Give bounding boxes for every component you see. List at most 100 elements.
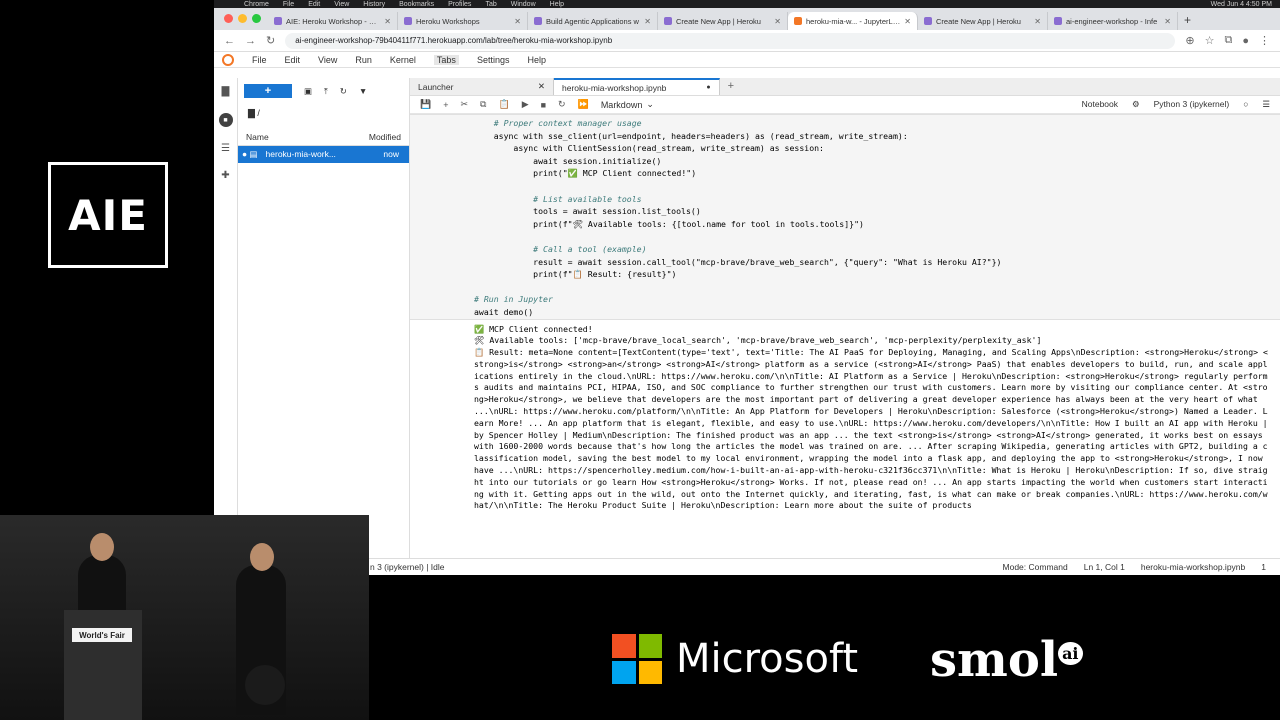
- folder-icon[interactable]: ▇: [222, 86, 230, 97]
- extensions-puzzle-icon[interactable]: ✚: [221, 170, 229, 181]
- mac-menu-help[interactable]: Help: [550, 1, 564, 8]
- paste-icon[interactable]: 📋: [498, 99, 509, 110]
- close-tab-icon[interactable]: ✕: [904, 17, 911, 26]
- run-icon[interactable]: ▶: [522, 99, 529, 110]
- breadcrumb[interactable]: ▇ /: [238, 104, 409, 123]
- file-name: heroku-mia-work...: [265, 149, 336, 159]
- running-kernels-icon[interactable]: ■: [218, 113, 233, 127]
- browser-tab[interactable]: ai-engineer-workshop - Infe ✕: [1048, 12, 1178, 30]
- video-frame: AIE Chrome File Edit View History Bookma…: [0, 0, 1280, 720]
- mac-menu-history[interactable]: History: [363, 1, 385, 8]
- insert-cell-icon[interactable]: +: [443, 100, 448, 110]
- browser-tab-active[interactable]: heroku-mia-w... - JupyterLab ✕: [788, 12, 918, 30]
- close-tab-icon[interactable]: ✕: [1034, 17, 1041, 26]
- browser-tab[interactable]: Heroku Workshops ✕: [398, 12, 528, 30]
- menu-settings[interactable]: Settings: [477, 55, 510, 65]
- code-line: # List available tools: [474, 193, 642, 204]
- aie-logo: AIE: [48, 162, 168, 268]
- tab-favicon-icon: [794, 17, 802, 25]
- zoom-icon[interactable]: ⊕: [1185, 34, 1194, 47]
- mac-menu-view[interactable]: View: [334, 1, 349, 8]
- notebook-file-icon: ● ▤: [242, 149, 258, 159]
- mac-menu-bookmarks[interactable]: Bookmarks: [399, 1, 434, 8]
- browser-tab[interactable]: Build Agentic Applications w ✕: [528, 12, 658, 30]
- tab-launcher[interactable]: Launcher ✕: [410, 78, 554, 95]
- mac-menu-profiles[interactable]: Profiles: [448, 1, 471, 8]
- cut-icon[interactable]: ✂: [460, 99, 468, 110]
- menu-help[interactable]: Help: [527, 55, 546, 65]
- close-window-button[interactable]: [224, 14, 233, 23]
- mac-menu-tab[interactable]: Tab: [485, 1, 496, 8]
- kernel-status[interactable]: n 3 (ipykernel) | Idle: [370, 562, 445, 572]
- file-row[interactable]: ● ▤ heroku-mia-work... now: [238, 146, 409, 163]
- browser-tab[interactable]: Create New App | Heroku ✕: [918, 12, 1048, 30]
- minimize-window-button[interactable]: [238, 14, 247, 23]
- new-folder-icon[interactable]: ▣: [304, 86, 312, 97]
- notebook-content[interactable]: # Proper context manager usage async wit…: [410, 114, 1280, 558]
- browser-menu-icon[interactable]: ⋮: [1259, 34, 1270, 47]
- save-icon[interactable]: 💾: [420, 99, 431, 110]
- new-tab-icon[interactable]: +: [1178, 13, 1197, 30]
- column-modified[interactable]: Modified: [369, 132, 401, 142]
- fast-forward-icon[interactable]: ⏩: [578, 99, 589, 110]
- profile-avatar-icon[interactable]: ●: [1242, 35, 1249, 47]
- mac-menu-window[interactable]: Window: [511, 1, 536, 8]
- menu-file[interactable]: File: [252, 55, 267, 65]
- extensions-icon[interactable]: ⧉: [1224, 34, 1232, 47]
- output-area: ✅ MCP Client connected! 🛠 Available tool…: [410, 320, 1280, 513]
- gear-icon[interactable]: ⚙: [1132, 99, 1140, 110]
- microsoft-windows-icon: [612, 634, 662, 684]
- close-tab-icon[interactable]: ✕: [384, 17, 391, 26]
- mac-menu-file[interactable]: File: [283, 1, 294, 8]
- kernel-name[interactable]: Python 3 (ipykernel): [1154, 99, 1230, 110]
- stop-icon[interactable]: ■: [541, 100, 546, 110]
- close-tab-icon[interactable]: ✕: [644, 17, 651, 26]
- cell-type-select[interactable]: Markdown ⌄: [601, 99, 654, 110]
- tab-label: Launcher: [418, 81, 454, 92]
- refresh-icon[interactable]: ↻: [340, 86, 347, 97]
- browser-tab-label: heroku-mia-w... - JupyterLab: [806, 16, 901, 26]
- browser-tab[interactable]: AIE: Heroku Workshop - Goo ✕: [268, 12, 398, 30]
- close-tab-icon[interactable]: ✕: [1164, 17, 1171, 26]
- menu-tabs[interactable]: Tabs: [433, 54, 459, 65]
- restart-icon[interactable]: ↻: [558, 99, 566, 110]
- camera-background: [0, 515, 369, 720]
- mac-menubar-app[interactable]: Chrome: [244, 1, 269, 8]
- code-line: print(f"📋 Result: {result}"): [474, 269, 677, 280]
- notification-count[interactable]: 1: [1261, 562, 1266, 572]
- column-name[interactable]: Name: [246, 132, 369, 142]
- upload-icon[interactable]: ⤒: [324, 86, 328, 97]
- forward-arrow-icon[interactable]: →: [245, 35, 256, 47]
- close-tab-icon[interactable]: ✕: [538, 81, 545, 92]
- add-tab-icon[interactable]: +: [720, 80, 742, 95]
- filter-icon[interactable]: ▼: [359, 86, 367, 96]
- mac-clock: Wed Jun 4 4:50 PM: [1210, 0, 1272, 8]
- menu-edit[interactable]: Edit: [285, 55, 301, 65]
- menu-view[interactable]: View: [318, 55, 337, 65]
- browser-tab[interactable]: Create New App | Heroku ✕: [658, 12, 788, 30]
- mac-menu-edit[interactable]: Edit: [308, 1, 320, 8]
- browser-tabbar: AIE: Heroku Workshop - Goo ✕ Heroku Works…: [214, 8, 1280, 30]
- menu-kernel[interactable]: Kernel: [390, 55, 416, 65]
- cursor-position[interactable]: Ln 1, Col 1: [1084, 562, 1125, 572]
- back-arrow-icon[interactable]: ←: [224, 35, 235, 47]
- reload-icon[interactable]: ↻: [266, 34, 275, 47]
- hamburger-menu-icon[interactable]: ☰: [1262, 99, 1270, 110]
- bookmark-star-icon[interactable]: ☆: [1205, 34, 1215, 47]
- status-right: Mode: Command Ln 1, Col 1 heroku-mia-wor…: [1003, 562, 1280, 572]
- close-tab-icon[interactable]: ✕: [514, 17, 521, 26]
- new-launcher-button[interactable]: +: [244, 84, 292, 98]
- status-bar: n 3 (ipykernel) | Idle Mode: Command Ln …: [214, 558, 1280, 575]
- copy-icon[interactable]: ⧉: [480, 99, 486, 110]
- unsaved-dot-icon[interactable]: ●: [706, 84, 710, 91]
- url-field[interactable]: ai-engineer-workshop-79b40411f771.heroku…: [285, 32, 1176, 49]
- menu-run[interactable]: Run: [355, 55, 372, 65]
- tab-notebook[interactable]: heroku-mia-workshop.ipynb ●: [554, 78, 720, 95]
- jupyter-menubar: File Edit View Run Kernel Tabs Settings …: [214, 52, 1280, 68]
- code-cell[interactable]: # Proper context manager usage async wit…: [410, 114, 1280, 320]
- notebook-link[interactable]: Notebook: [1082, 99, 1118, 110]
- maximize-window-button[interactable]: [252, 14, 261, 23]
- close-tab-icon[interactable]: ✕: [774, 17, 781, 26]
- table-of-contents-icon[interactable]: ☰: [221, 143, 230, 154]
